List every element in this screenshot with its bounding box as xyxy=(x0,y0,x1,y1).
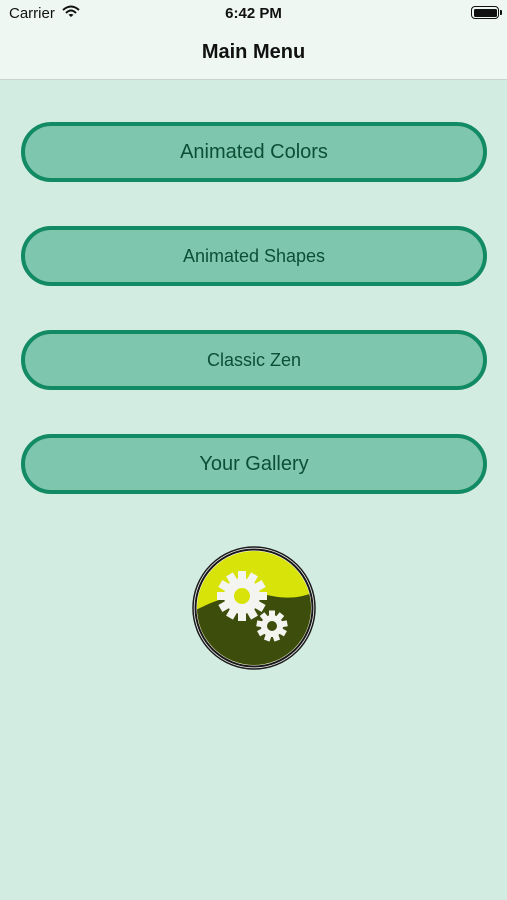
classic-zen-button[interactable]: Classic Zen xyxy=(21,330,487,390)
your-gallery-button[interactable]: Your Gallery xyxy=(21,434,487,494)
page-title: Main Menu xyxy=(201,41,306,63)
animated-shapes-button[interactable]: Animated Shapes xyxy=(21,226,487,286)
battery-icon xyxy=(471,6,502,19)
navigation-bar: Main Menu xyxy=(0,28,507,80)
animated-colors-button[interactable]: Animated Colors xyxy=(21,122,487,182)
settings-button[interactable] xyxy=(192,546,316,670)
gears-icon xyxy=(192,546,316,670)
status-bar: Carrier 6:42 PM xyxy=(0,0,507,28)
status-time: 6:42 PM xyxy=(225,5,282,22)
